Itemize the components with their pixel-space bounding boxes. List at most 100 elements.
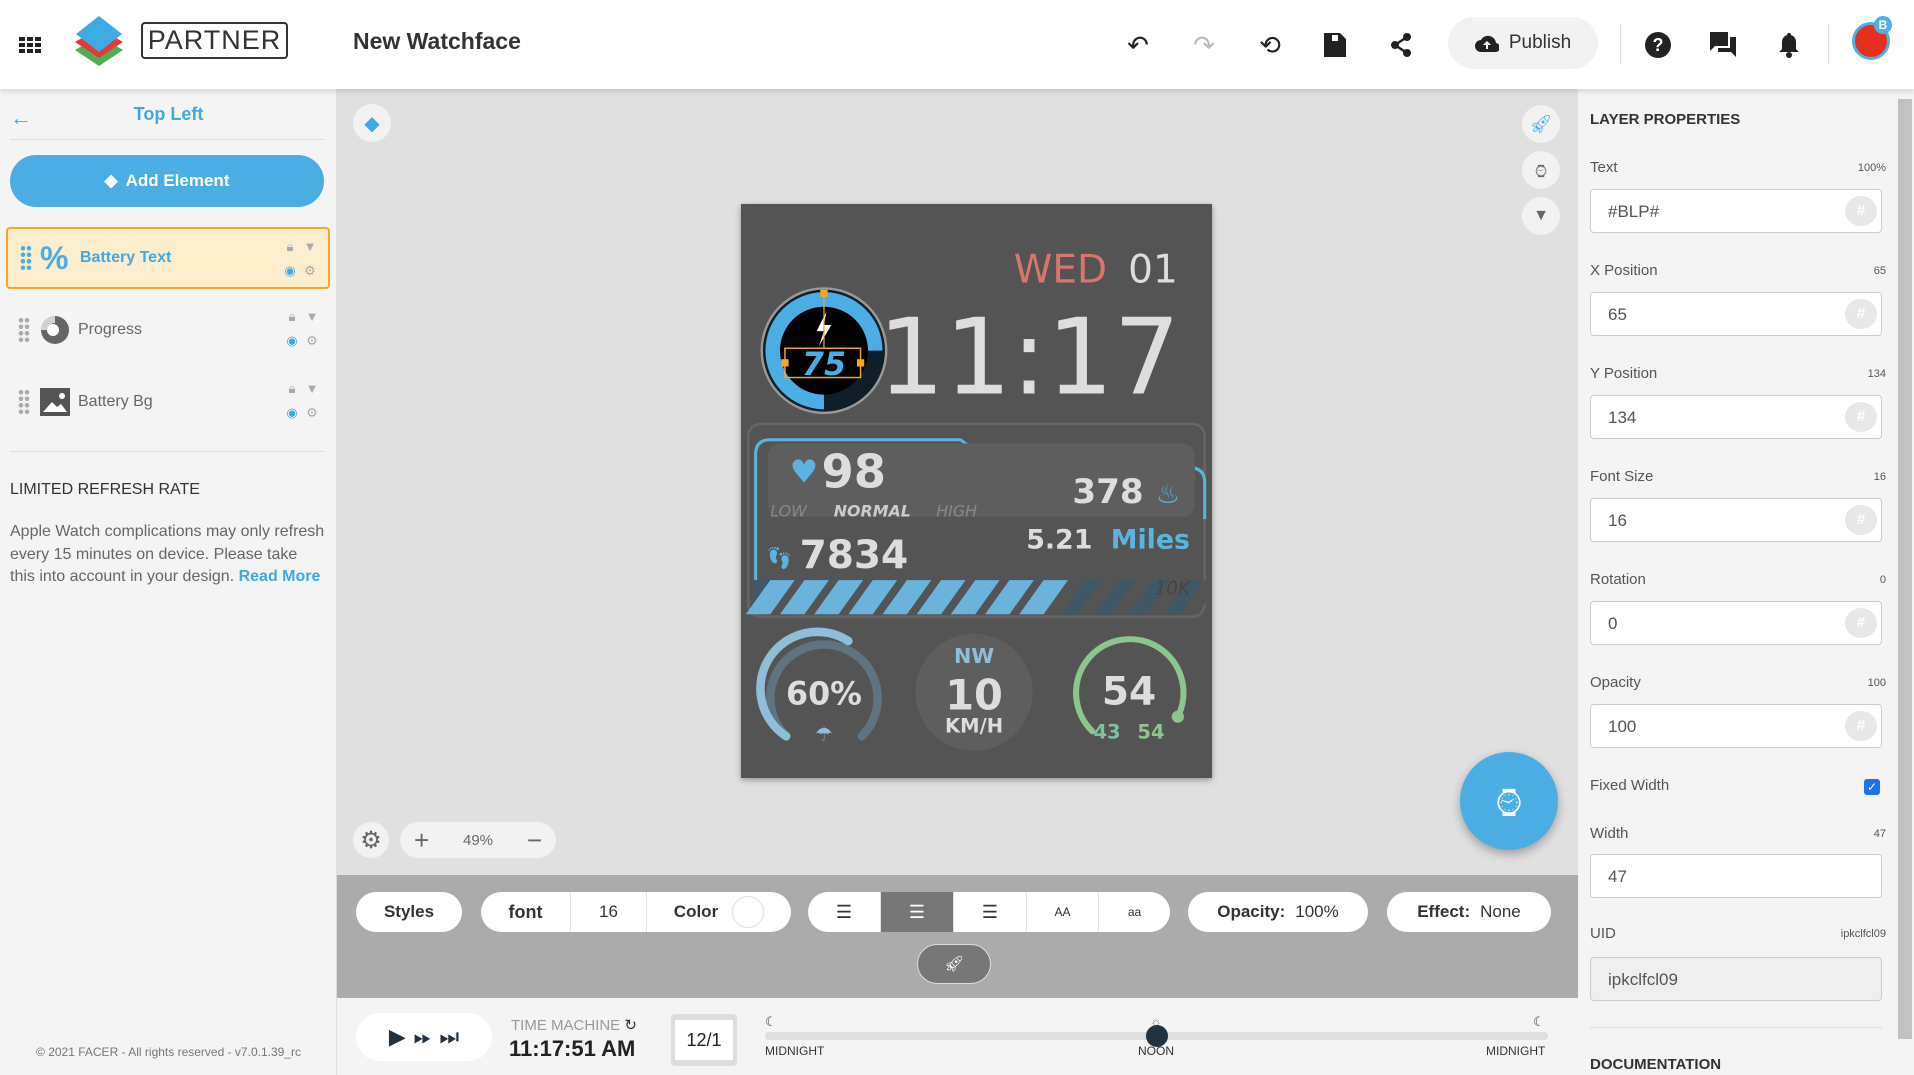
field-input[interactable]: 134 # (1590, 395, 1882, 439)
variable-hash-button[interactable]: # (1845, 299, 1877, 329)
date-picker[interactable]: 12/1 (671, 1014, 737, 1066)
layer-item-battery-text[interactable]: % Battery Text 🔒︎ ▼ ◉ ⚙ (6, 227, 330, 289)
variable-hash-button[interactable]: # (1845, 196, 1877, 226)
variable-hash-button[interactable]: # (1845, 711, 1877, 741)
redo-icon[interactable]: ↷ (1187, 28, 1221, 62)
play-icon[interactable]: ▶ (389, 1024, 406, 1050)
layers-toggle-button[interactable]: ◆ (353, 104, 391, 142)
rocket-button[interactable]: 🚀︎ (1522, 105, 1560, 143)
distance-unit: Miles (1111, 524, 1190, 555)
brush-icon[interactable]: ▼ (302, 381, 322, 397)
rain-chance: 60% (786, 677, 862, 713)
layer-item-battery-bg[interactable]: Battery Bg 🔒︎ ▼ ◉ ⚙ (6, 371, 330, 433)
effect-control[interactable]: Effect: None (1387, 892, 1551, 932)
publish-button[interactable]: Publish (1448, 17, 1598, 69)
read-more-link[interactable]: Read More (239, 568, 321, 585)
layer-item-progress[interactable]: Progress 🔒︎ ▼ ◉ ⚙ (6, 299, 330, 361)
gear-icon[interactable]: ⚙ (302, 405, 322, 421)
width-input[interactable]: 47 (1590, 854, 1882, 898)
watch-preview-fab[interactable]: ⌚︎ (1460, 752, 1558, 850)
opacity-control[interactable]: Opacity: 100% (1188, 892, 1368, 932)
field-hint: 65 (1873, 265, 1886, 277)
align-center-button[interactable]: ☰ (881, 892, 954, 932)
field-input[interactable]: 0 # (1590, 601, 1882, 645)
share-icon[interactable] (1384, 28, 1418, 62)
brush-button[interactable]: ▼ (1522, 197, 1560, 235)
calories: 378 (1072, 472, 1143, 512)
watch-face[interactable]: WED 01 11:17 75 ♥ 98 LOW NORMAL HIGH 378… (741, 204, 1222, 778)
opacity-value: 100% (1295, 902, 1339, 921)
rocket-button[interactable]: 🚀︎ (917, 944, 991, 984)
fast-forward-icon[interactable]: ⏩︎ (414, 1024, 432, 1050)
field-input[interactable]: 100 # (1590, 704, 1882, 748)
zoom-out-button[interactable]: − (527, 825, 542, 856)
uid-label: UID (1590, 925, 1616, 942)
time-machine-title: TIME MACHINE ↻ (511, 1016, 637, 1034)
add-element-button[interactable]: ◆ Add Element (10, 155, 324, 207)
lock-icon[interactable]: 🔒︎ (282, 309, 302, 325)
fixed-width-checkbox[interactable]: ✓ (1864, 779, 1880, 795)
chat-icon[interactable] (1706, 28, 1740, 62)
variable-hash-button[interactable]: # (1845, 608, 1877, 638)
color-swatch[interactable] (732, 896, 765, 928)
percent-icon: % (40, 239, 69, 276)
time-machine-label: TIME MACHINE (511, 1017, 621, 1034)
font-select[interactable]: font (481, 892, 571, 932)
variable-hash-button[interactable]: # (1845, 402, 1877, 432)
temperature: 54 (1102, 670, 1156, 715)
hr-low: LOW (770, 502, 808, 521)
wind-direction: NW (954, 644, 994, 668)
wind-unit: KM/H (945, 715, 1003, 738)
font-size-input[interactable]: 16 (571, 892, 647, 932)
apps-grid-icon[interactable] (14, 28, 48, 62)
zoom-in-button[interactable]: + (414, 825, 429, 856)
lock-icon[interactable]: 🔒︎ (280, 239, 300, 255)
color-label: Color (673, 902, 719, 921)
fixed-width-label: Fixed Width (1590, 777, 1670, 794)
alignment-group: ☰ ☰ ☰ AA aa (808, 892, 1170, 932)
field-input[interactable]: 16 # (1590, 498, 1882, 542)
drag-handle-icon[interactable] (18, 389, 30, 415)
variable-hash-button[interactable]: # (1845, 505, 1877, 535)
playback-controls: ▶ ⏩︎ ⏭︎ (356, 1013, 492, 1061)
settings-gear-icon[interactable]: ⚙ (353, 822, 389, 858)
top-header: PARTNER New Watchface ↶ ↷ ⟲ Publish ? B (0, 0, 1914, 89)
brush-icon[interactable]: ▼ (300, 239, 320, 255)
field-input[interactable]: 65 # (1590, 292, 1882, 336)
heart-icon: ♥ (790, 454, 818, 490)
field-hint: 134 (1867, 368, 1886, 380)
undo-icon[interactable]: ↶ (1121, 28, 1155, 62)
color-picker[interactable]: Color (647, 892, 791, 932)
align-left-button[interactable]: ☰ (808, 892, 881, 932)
hr-high: HIGH (936, 502, 977, 521)
align-right-button[interactable]: ☰ (954, 892, 1027, 932)
styles-button[interactable]: Styles (356, 892, 462, 932)
battery-gauge: 75 (760, 287, 888, 415)
field-input[interactable]: #BLP# # (1590, 189, 1882, 233)
drag-handle-icon[interactable] (20, 245, 32, 271)
scrollbar[interactable] (1898, 99, 1912, 1039)
eye-icon[interactable]: ◉ (280, 263, 300, 279)
image-icon (40, 388, 70, 416)
distance: 5.21 (1026, 524, 1092, 555)
reset-icon[interactable]: ↻ (624, 1017, 637, 1034)
documentation-heading: DOCUMENTATION (1590, 1056, 1722, 1073)
eye-icon[interactable]: ◉ (282, 333, 302, 349)
lowercase-button[interactable]: aa (1099, 892, 1170, 932)
bell-icon[interactable] (1772, 28, 1806, 62)
watch-preview-button[interactable]: ⌚︎ (1522, 151, 1560, 189)
eye-icon[interactable]: ◉ (282, 405, 302, 421)
history-icon[interactable]: ⟲ (1253, 28, 1287, 62)
fastest-forward-icon[interactable]: ⏭︎ (439, 1024, 459, 1050)
drag-handle-icon[interactable] (18, 317, 30, 343)
brush-icon[interactable]: ▼ (302, 309, 322, 325)
current-time: 11:17:51 AM (509, 1036, 636, 1061)
lock-icon[interactable]: 🔒︎ (282, 381, 302, 397)
gear-icon[interactable]: ⚙ (300, 263, 320, 279)
help-icon[interactable]: ? (1641, 28, 1675, 62)
uppercase-button[interactable]: AA (1027, 892, 1099, 932)
publish-label: Publish (1508, 32, 1572, 53)
midnight-label: MIDNIGHT (1486, 1044, 1546, 1058)
gear-icon[interactable]: ⚙ (302, 333, 322, 349)
save-icon[interactable] (1318, 28, 1352, 62)
